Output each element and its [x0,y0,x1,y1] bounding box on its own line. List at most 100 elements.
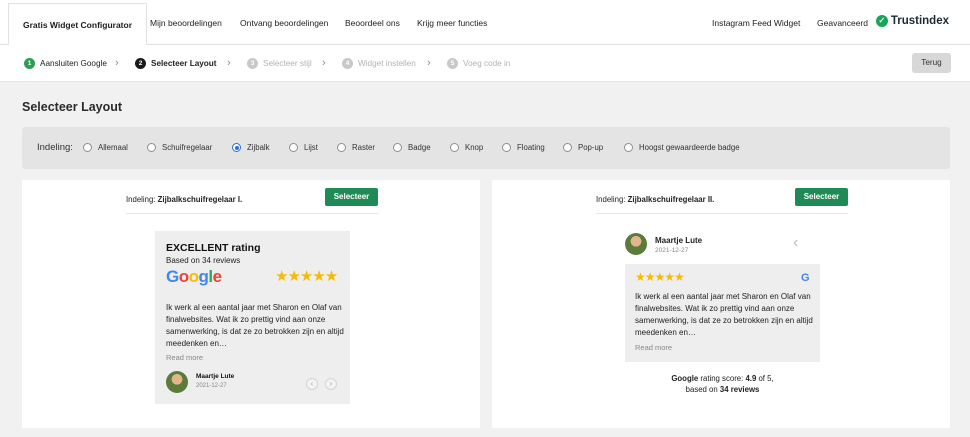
tab-widget-configurator[interactable]: Gratis Widget Configurator [8,3,148,46]
brand-logo: ✓ Trustindex [875,15,949,27]
divider [126,213,378,214]
radio-option-list[interactable]: Lijst [289,143,318,152]
google-logo-icon: Google [166,267,222,286]
chevron-right-icon: › [115,57,119,69]
radio-option-slider[interactable]: Schuifregelaar [147,143,212,152]
step-number: 5 [447,58,458,69]
radio-button[interactable] [83,143,92,152]
read-more-link[interactable]: Read more [166,353,203,362]
chevron-right-icon: › [227,57,231,69]
layout-name: Zijbalkschuifregelaar I. [157,195,243,204]
card-heading: Indeling: Zijbalkschuifregelaar I. [126,195,242,204]
step-label: Selecteer Layout [151,59,217,68]
select-button[interactable]: Selecteer [325,188,378,206]
option-label: Floating [517,143,545,152]
radio-button[interactable] [232,143,241,152]
top-navigation: Gratis Widget Configurator Mijn beoordel… [0,0,970,46]
layout-name: Zijbalkschuifregelaar II. [627,195,715,204]
step-select-style: 3 Selecteer stijl [247,58,312,69]
rating-score-summary: Google rating score: 4.9 of 5, based on … [625,373,820,395]
score-text: rating score: [698,374,746,383]
review-widget-preview: ★★★★★ G Ik werk al een aantal jaar met S… [625,264,820,362]
tab-instagram-feed-widget[interactable]: Instagram Feed Widget [712,0,800,45]
step-label: Aansluiten Google [40,59,107,68]
page-title: Selecteer Layout [22,100,123,114]
step-insert-code: 5 Voeg code in [447,58,510,69]
step-number: 2 [135,58,146,69]
option-label: Hoogst gewaardeerde badge [639,143,740,152]
review-date: 2021-12-27 [196,383,227,389]
chevron-right-icon[interactable]: › [325,378,337,390]
chevron-left-icon[interactable]: ‹ [306,378,318,390]
radio-option-floating[interactable]: Floating [502,143,545,152]
score-value: 4.9 [745,374,757,383]
tab-get-reviews[interactable]: Ontvang beoordelingen [240,0,328,45]
tab-more-features[interactable]: Krijg meer functies [417,0,487,45]
option-label: Raster [352,143,375,152]
review-count: 34 reviews [719,385,760,394]
read-more-link[interactable]: Read more [635,343,672,352]
review-widget-preview: EXCELLENT rating Based on 34 reviews Goo… [155,231,350,404]
avatar [625,233,647,255]
select-button[interactable]: Selecteer [795,188,848,206]
divider [596,213,848,214]
step-number: 1 [24,58,35,69]
back-button[interactable]: Terug [912,53,951,73]
star-rating: ★★★★★ [635,270,685,284]
chevron-right-icon: › [427,57,431,69]
option-label: Knop [465,143,484,152]
review-text: Ik werk al een aantal jaar met Sharon en… [166,303,344,348]
step-widget-settings: 4 Widget instellen [342,58,416,69]
radio-button[interactable] [563,143,572,152]
step-label: Voeg code in [463,59,511,68]
radio-option-sidebar[interactable]: Zijbalk [232,143,270,152]
layout-card-sidebar-slider-2: Indeling: Zijbalkschuifregelaar II. Sele… [492,180,950,428]
step-select-layout[interactable]: 2 Selecteer Layout [135,58,217,69]
chevron-right-icon: › [322,57,326,69]
score-scale: of 5, [756,374,774,383]
layout-card-sidebar-slider-1: Indeling: Zijbalkschuifregelaar I. Selec… [22,180,480,428]
tab-rate-us[interactable]: Beoordeel ons [345,0,400,45]
radio-option-badge[interactable]: Badge [393,143,431,152]
step-label: Widget instellen [358,59,416,68]
rating-title: EXCELLENT rating [166,242,261,254]
step-connect-google[interactable]: 1 Aansluiten Google [24,58,107,69]
tab-advanced[interactable]: Geavanceerd [817,0,868,45]
reviewer-name: Maartje Lute [655,236,703,245]
radio-button[interactable] [624,143,633,152]
radio-option-grid[interactable]: Raster [337,143,375,152]
radio-button[interactable] [289,143,298,152]
option-label: Badge [408,143,431,152]
rating-subtitle: Based on 34 reviews [166,256,241,265]
option-label: Zijbalk [247,143,270,152]
radio-button[interactable] [147,143,156,152]
radio-option-all[interactable]: Allemaal [83,143,128,152]
reviewer-name: Maartje Lute [196,373,235,380]
option-label: Pop-up [578,143,604,152]
radio-button[interactable] [337,143,346,152]
radio-option-top-rated-badge[interactable]: Hoogst gewaardeerde badge [624,143,740,152]
filter-label: Indeling: [37,142,73,153]
radio-button[interactable] [502,143,511,152]
review-text: Ik werk al een aantal jaar met Sharon en… [635,292,813,337]
avatar [166,371,188,393]
tab-my-reviews[interactable]: Mijn beoordelingen [150,0,222,45]
option-label: Allemaal [98,143,128,152]
radio-option-button[interactable]: Knop [450,143,483,152]
step-number: 4 [342,58,353,69]
brand-name: Trustindex [890,15,949,27]
step-progress-bar: 1 Aansluiten Google › 2 Selecteer Layout… [0,45,970,82]
step-number: 3 [247,58,258,69]
option-label: Schuifregelaar [162,143,213,152]
layout-filter: Indeling: Allemaal Schuifregelaar Zijbal… [22,127,950,169]
check-icon: ✓ [875,15,888,27]
score-platform: Google [671,374,699,383]
chevron-left-icon[interactable]: ‹ [793,234,798,252]
star-rating: ★★★★★ [275,268,338,285]
card-heading-prefix: Indeling: [126,195,156,204]
radio-button[interactable] [393,143,402,152]
card-heading: Indeling: Zijbalkschuifregelaar II. [596,195,714,204]
option-label: Lijst [304,143,318,152]
radio-button[interactable] [450,143,459,152]
radio-option-popup[interactable]: Pop-up [563,143,603,152]
